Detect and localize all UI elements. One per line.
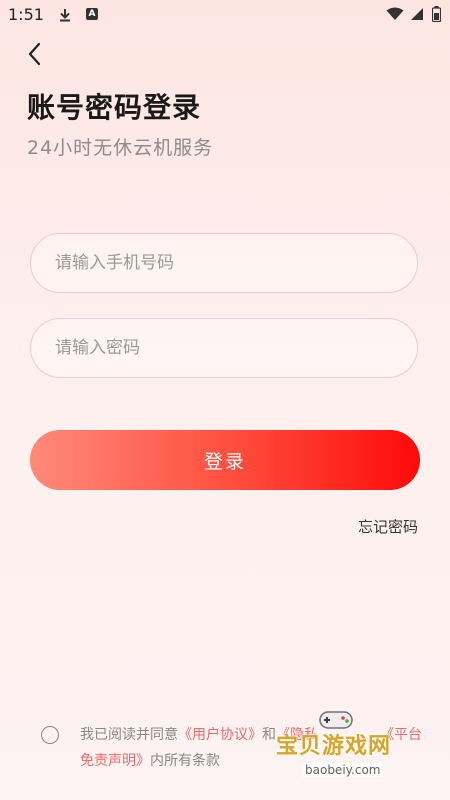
user-agreement-link[interactable]: 《用户协议》 (178, 727, 262, 743)
page-subtitle: 24小时无休云机服务 (27, 137, 214, 159)
password-field[interactable] (30, 318, 418, 378)
login-button[interactable]: 登录 (30, 430, 420, 490)
download-icon (60, 9, 70, 22)
agree-checkbox[interactable] (41, 726, 59, 744)
watermark-url: baobeiy.com (302, 763, 384, 777)
phone-input[interactable] (31, 234, 417, 292)
chevron-left-icon (28, 42, 41, 66)
platform-disclaimer-link-cont[interactable]: 免责声明》 (80, 753, 150, 769)
app-a-icon: A (86, 8, 98, 20)
battery-icon (432, 6, 441, 22)
status-bar: 1:51 A (0, 0, 450, 30)
watermark: 宝贝游戏网 baobeiy.com (276, 708, 446, 793)
signal-icon (411, 8, 423, 20)
wifi-icon (386, 7, 404, 20)
back-button[interactable] (22, 40, 50, 68)
agreement-and: 和 (262, 727, 276, 743)
page-title: 账号密码登录 (27, 91, 202, 124)
status-time: 1:51 (8, 5, 44, 24)
watermark-title: 宝贝游戏网 (276, 734, 392, 759)
phone-field[interactable] (30, 233, 418, 293)
forgot-password-link[interactable]: 忘记密码 (358, 516, 418, 537)
agreement-suffix: 内所有条款 (150, 753, 220, 769)
password-input[interactable] (31, 319, 417, 377)
agreement-prefix: 我已阅读并同意 (80, 727, 178, 743)
